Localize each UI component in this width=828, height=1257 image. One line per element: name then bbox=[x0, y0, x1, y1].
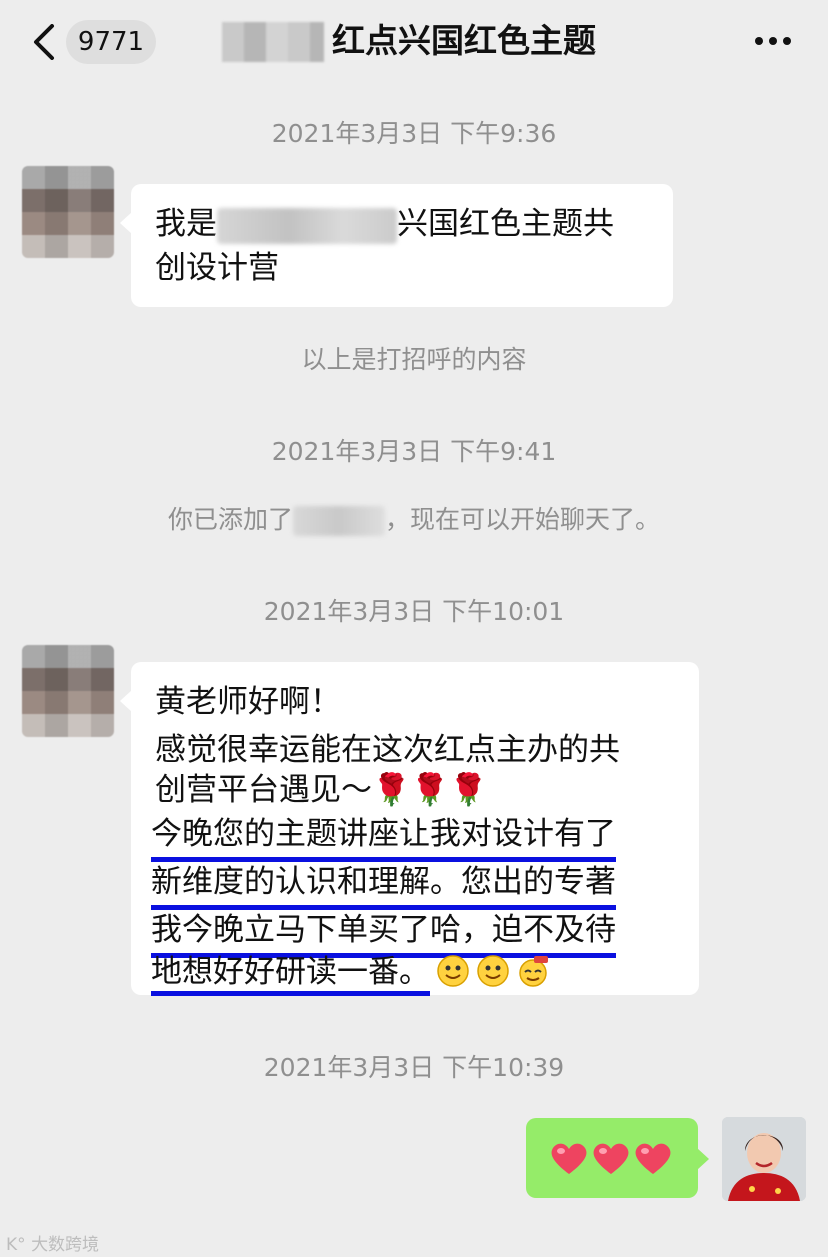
message-line: 黄老师好啊！ bbox=[155, 684, 341, 720]
back-arrow-icon[interactable] bbox=[30, 24, 60, 60]
added-contact-notice: 你已添加了 ，现在可以开始聊天了。 bbox=[0, 500, 828, 536]
blurred-contact-name bbox=[293, 506, 385, 536]
heart-icon bbox=[551, 1143, 587, 1174]
chat-header: 9771 红点兴国红色主题 bbox=[0, 0, 828, 86]
smile-emoji-icon bbox=[437, 955, 469, 987]
message-line: 创营平台遇见～🌹🌹🌹 bbox=[155, 772, 488, 808]
greeting-suffix: 兴国红色主题共 bbox=[397, 206, 614, 242]
chat-title: 红点兴国红色主题 bbox=[332, 21, 596, 60]
timestamp: 2021年3月3日 下午10:39 bbox=[263, 1053, 565, 1082]
watermark-logo-icon: K° bbox=[6, 1235, 26, 1255]
hearts-row bbox=[548, 1140, 674, 1198]
thumbs-666-emoji-icon bbox=[519, 956, 548, 987]
timestamp: 2021年3月3日 下午9:41 bbox=[271, 437, 557, 466]
underlined-line: 今晚您的主题讲座让我对设计有了 bbox=[151, 812, 616, 862]
my-avatar[interactable] bbox=[722, 1117, 806, 1201]
greeting-line2: 创设计营 bbox=[155, 250, 279, 286]
sent-message-bubble[interactable] bbox=[526, 1118, 709, 1198]
greeting-prefix: 我是 bbox=[155, 206, 217, 242]
more-options-icon[interactable] bbox=[752, 28, 794, 54]
underlined-line: 地想好好研读一番。 bbox=[151, 954, 430, 996]
underlined-line: 新维度的认识和理解。您出的专著 bbox=[151, 860, 616, 910]
message-bubble-long[interactable]: 黄老师好啊！ 感觉很幸运能在这次红点主办的共 创营平台遇见～🌹🌹🌹 今晚您的主题… bbox=[120, 662, 699, 996]
greeting-note: 以上是打招呼的内容 bbox=[301, 345, 527, 374]
timestamp: 2021年3月3日 下午9:36 bbox=[271, 119, 557, 148]
person-photo-icon bbox=[722, 1117, 806, 1201]
blurred-name bbox=[217, 207, 397, 244]
blurred-title-prefix bbox=[222, 22, 324, 62]
timestamp: 2021年3月3日 下午10:01 bbox=[263, 597, 565, 626]
contact-avatar[interactable] bbox=[22, 645, 114, 737]
contact-avatar[interactable] bbox=[22, 166, 114, 258]
watermark-text: 大数跨境 bbox=[31, 1235, 100, 1255]
message-bubble-greeting[interactable]: 我是 兴国红色主题共 创设计营 bbox=[120, 184, 673, 307]
message-line: 感觉很幸运能在这次红点主办的共 bbox=[155, 732, 620, 768]
smile-emoji-icon bbox=[477, 955, 509, 987]
added-prefix: 你已添加了 bbox=[167, 505, 293, 534]
watermark: K° 大数跨境 bbox=[6, 1230, 99, 1255]
message-last-line: 地想好好研读一番。 bbox=[151, 950, 550, 996]
unread-count-badge[interactable]: 9771 bbox=[66, 20, 156, 64]
heart-icon bbox=[635, 1143, 671, 1174]
added-suffix: ，现在可以开始聊天了。 bbox=[385, 505, 661, 534]
heart-icon bbox=[593, 1143, 629, 1174]
